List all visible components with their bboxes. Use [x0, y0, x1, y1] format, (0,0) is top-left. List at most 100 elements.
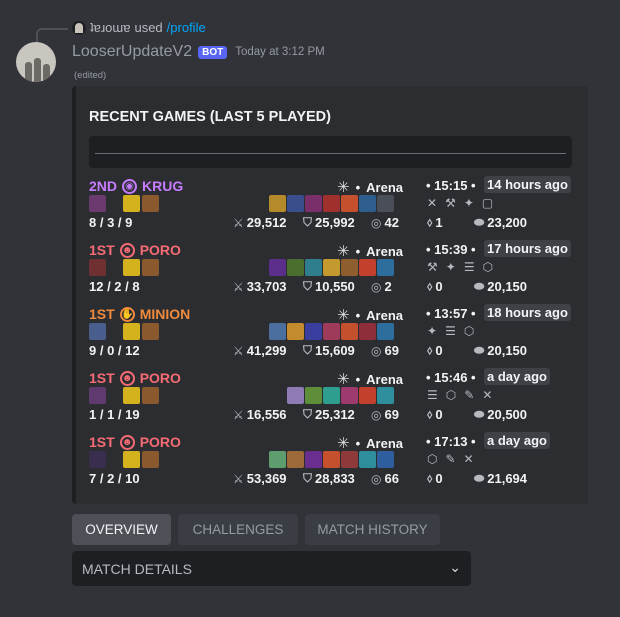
- placement: 2ND ◉ KRUG: [89, 178, 183, 194]
- champion-icon: [89, 451, 106, 468]
- mode-label: Arena: [366, 307, 403, 323]
- item-icon: [323, 259, 340, 276]
- match-details-select[interactable]: MATCH DETAILS ⌄: [72, 551, 471, 586]
- item-icon: [341, 259, 358, 276]
- poro-icon: ☻: [119, 434, 135, 450]
- relative-time[interactable]: 14 hours ago: [484, 176, 571, 193]
- spiral-icon: ◎: [371, 279, 382, 294]
- rank-icon: ⬨: [427, 407, 433, 421]
- username[interactable]: LooserUpdateV2: [72, 43, 192, 61]
- placement: 1ST ☻ PORO: [89, 434, 181, 450]
- game-mode: ✳ • Arena: [337, 435, 403, 452]
- relative-time[interactable]: a day ago: [484, 432, 550, 449]
- spiral-stat: ◎ 69: [371, 343, 399, 358]
- augment-icon: ☰: [463, 260, 475, 274]
- reply-command[interactable]: /profile: [167, 20, 206, 35]
- item-icon: [341, 387, 358, 404]
- team-name: KRUG: [142, 178, 184, 194]
- team-name: PORO: [139, 242, 181, 258]
- augment-count-stat: ⬨ 0: [427, 407, 443, 422]
- gold-icon: ⬬: [474, 215, 485, 229]
- item-icon: [269, 323, 286, 340]
- game-row: 1ST ☻ PORO ✳ • Arena • 17:13 • a day ago ⬡ ✎ ✕ 7 /…: [89, 432, 579, 496]
- sword-icon: ⚔: [233, 215, 244, 230]
- champion-icon: [89, 195, 106, 212]
- shield-icon: ⛉: [303, 471, 313, 485]
- duration: • 15:39 •: [426, 242, 476, 257]
- duration: • 13:57 •: [426, 306, 476, 321]
- item-icon: [269, 259, 286, 276]
- item-icon: [305, 387, 322, 404]
- item-icon: [305, 195, 322, 212]
- spiral-icon: ◎: [371, 471, 382, 486]
- item-icon: [377, 259, 394, 276]
- command-reply-header: ʇɐɹoɯɐ used /profile: [72, 20, 206, 35]
- item-icon: [287, 323, 304, 340]
- game-mode: ✳ • Arena: [337, 371, 403, 388]
- augment-icon: ⚒: [427, 260, 438, 274]
- mode-label: Arena: [366, 179, 403, 195]
- mode-label: Arena: [366, 435, 403, 451]
- team-name: MINION: [139, 306, 191, 322]
- gold-stat: ⬬ 20,500: [474, 407, 528, 422]
- match-history-button[interactable]: MATCH HISTORY: [305, 514, 440, 545]
- relative-time[interactable]: 18 hours ago: [484, 304, 571, 321]
- flash-icon: [123, 451, 140, 468]
- summoner-spells: [123, 259, 160, 276]
- overview-button[interactable]: OVERVIEW: [72, 514, 171, 545]
- avatar[interactable]: [16, 42, 56, 82]
- select-placeholder: MATCH DETAILS: [82, 560, 192, 577]
- game-mode: ✳ • Arena: [337, 243, 403, 260]
- gold-icon: ⬬: [474, 343, 485, 357]
- timestamp[interactable]: Today at 3:12 PM: [235, 46, 325, 58]
- summoner-spells: [123, 323, 160, 340]
- poro-icon: ☻: [119, 242, 135, 258]
- gold-stat: ⬬ 23,200: [474, 215, 528, 230]
- ghost-icon: [142, 259, 159, 276]
- place-label: 1ST: [89, 370, 115, 386]
- challenges-button[interactable]: CHALLENGES: [178, 514, 298, 545]
- duration-value: 15:46: [434, 370, 468, 385]
- augment-icon: ✎: [464, 388, 475, 402]
- reply-avatar[interactable]: [72, 20, 86, 35]
- mode-label: Arena: [366, 371, 403, 387]
- place-label: 1ST: [89, 434, 115, 450]
- edited-label: (edited): [74, 70, 107, 81]
- gold-stat: ⬬ 20,150: [474, 343, 528, 358]
- relative-time[interactable]: 17 hours ago: [484, 240, 571, 257]
- augment-count-stat: ⬨ 0: [427, 343, 443, 358]
- damage-stat: ⚔ 33,703: [233, 279, 287, 294]
- augment-icon: ✎: [445, 452, 456, 466]
- reply-username[interactable]: ʇɐɹoɯɐ: [90, 20, 130, 35]
- flash-icon: [123, 195, 140, 212]
- item-icon: [377, 323, 394, 340]
- spiral-icon: ◎: [371, 407, 382, 422]
- item-icon: [377, 195, 394, 212]
- summoner-spells: [123, 387, 160, 404]
- item-icon: [359, 387, 376, 404]
- item-icon: [287, 259, 304, 276]
- relative-time[interactable]: a day ago: [484, 368, 550, 385]
- game-mode: ✳ • Arena: [337, 307, 403, 324]
- ghost-icon: [142, 387, 159, 404]
- item-icon: [269, 195, 286, 212]
- augment-count-stat: ⬨ 0: [427, 279, 443, 294]
- item-icon: [341, 195, 358, 212]
- gold-icon: ⬬: [474, 279, 485, 293]
- reply-used-text: used: [134, 20, 163, 35]
- empty-slot: ▢: [481, 196, 494, 210]
- augment-icon: ✦: [445, 260, 456, 274]
- rank-icon: ⬨: [427, 279, 433, 293]
- flash-icon: [123, 387, 140, 404]
- item-icon: [341, 451, 358, 468]
- message-header: LooserUpdateV2 BOT Today at 3:12 PM: [72, 43, 325, 61]
- spiral-stat: ◎ 66: [371, 471, 399, 486]
- summoner-spells: [123, 451, 160, 468]
- rank-icon: ⬨: [427, 215, 433, 229]
- augment-icon: ✕: [463, 452, 474, 466]
- minion-icon: ✋: [119, 306, 135, 322]
- item-icon: [305, 323, 322, 340]
- augment-icon: ⬡: [445, 388, 457, 402]
- rank-icon: ⬨: [427, 471, 433, 485]
- item-icon: [287, 195, 304, 212]
